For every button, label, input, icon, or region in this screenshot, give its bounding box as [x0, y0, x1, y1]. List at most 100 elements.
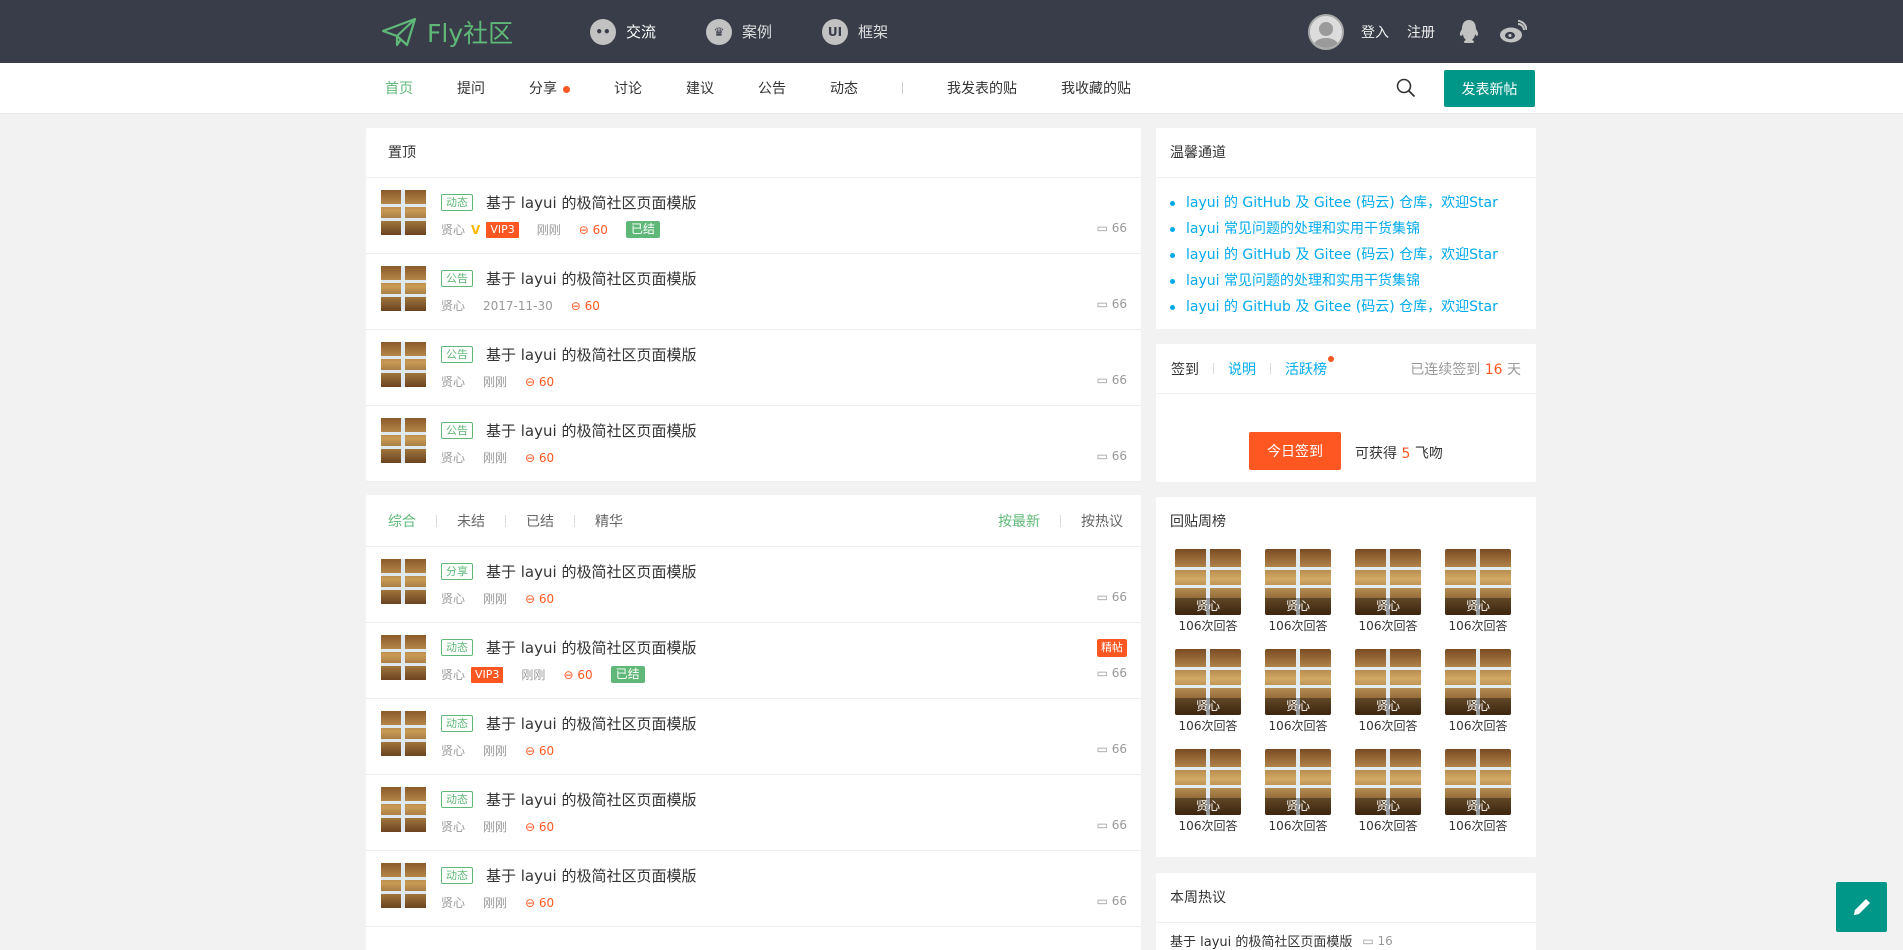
author-avatar[interactable] — [381, 787, 426, 832]
post-views: ⊖ 60 — [525, 896, 554, 910]
rank-user[interactable]: 贤心 106次回答 — [1355, 649, 1421, 733]
edit-fab[interactable] — [1836, 882, 1887, 932]
rank-avatar[interactable]: 贤心 — [1265, 549, 1331, 615]
rank-user[interactable]: 贤心 106次回答 — [1445, 549, 1511, 633]
filter-solved[interactable]: 已结 — [526, 511, 554, 531]
author-avatar[interactable] — [381, 342, 426, 387]
post-row[interactable]: 动态 基于 layui 的极简社区页面模版 贤心 VIP3 刚刚 ⊖ 60 已结 精帖 ▭ 66 — [366, 623, 1141, 699]
rank-user[interactable]: 贤心 106次回答 — [1265, 649, 1331, 733]
topnav-cases[interactable]: ♛ 案例 — [706, 18, 772, 45]
post-title[interactable]: 基于 layui 的极简社区页面模版 — [486, 865, 696, 886]
warm-link[interactable]: layui 常见问题的处理和实用干货集锦 — [1170, 216, 1536, 242]
login-link[interactable]: 登入 — [1361, 22, 1389, 42]
rank-user[interactable]: 贤心 106次回答 — [1265, 749, 1331, 833]
rank-avatar[interactable]: 贤心 — [1355, 649, 1421, 715]
sort-newest[interactable]: 按最新 — [998, 511, 1040, 531]
post-row[interactable]: 公告 基于 layui 的极简社区页面模版 贤心 2017-11-30 ⊖ 60 ▭ 66 — [366, 254, 1142, 330]
rank-user[interactable]: 贤心 106次回答 — [1175, 549, 1241, 633]
warm-link[interactable]: layui 常见问题的处理和实用干货集锦 — [1170, 268, 1536, 294]
rank-user[interactable]: 贤心 106次回答 — [1355, 749, 1421, 833]
subnav-my-favs[interactable]: 我收藏的贴 — [1061, 78, 1131, 98]
subnav-discuss[interactable]: 讨论 — [614, 78, 642, 98]
author-avatar[interactable] — [381, 418, 426, 463]
logo[interactable]: Fly社区 — [381, 14, 513, 50]
rank-avatar[interactable]: 贤心 — [1265, 649, 1331, 715]
post-title[interactable]: 基于 layui 的极简社区页面模版 — [486, 713, 696, 734]
hot-post[interactable]: 基于 layui 的极简社区页面模版 ▭ 16 — [1170, 931, 1393, 950]
post-author[interactable]: 贤心 — [441, 297, 465, 314]
warm-link[interactable]: layui 的 GitHub 及 Gitee (码云) 仓库，欢迎Star — [1170, 190, 1536, 216]
rank-avatar[interactable]: 贤心 — [1355, 749, 1421, 815]
register-link[interactable]: 注册 — [1407, 22, 1435, 42]
post-row[interactable]: 动态 基于 layui 的极简社区页面模版 贤心 刚刚 ⊖ 60 ▭ 66 — [366, 851, 1141, 927]
subnav-dynamic[interactable]: 动态 — [830, 78, 858, 98]
post-title[interactable]: 基于 layui 的极简社区页面模版 — [486, 789, 696, 810]
rank-avatar[interactable]: 贤心 — [1265, 749, 1331, 815]
rank-avatar[interactable]: 贤心 — [1175, 749, 1241, 815]
post-title[interactable]: 基于 layui 的极简社区页面模版 — [486, 637, 696, 658]
rank-user[interactable]: 贤心 106次回答 — [1175, 649, 1241, 733]
post-title[interactable]: 基于 layui 的极简社区页面模版 — [486, 420, 696, 441]
post-row[interactable]: 动态 基于 layui 的极简社区页面模版 贤心 刚刚 ⊖ 60 ▭ 66 — [366, 699, 1141, 775]
active-rank-label: 活跃榜 — [1285, 361, 1327, 378]
post-author[interactable]: 贤心 — [441, 221, 465, 238]
post-author[interactable]: 贤心 — [441, 373, 465, 390]
rank-user[interactable]: 贤心 106次回答 — [1175, 749, 1241, 833]
rank-avatar[interactable]: 贤心 — [1445, 549, 1511, 615]
rank-avatar[interactable]: 贤心 — [1175, 649, 1241, 715]
author-avatar[interactable] — [381, 635, 426, 680]
subnav-my-posts[interactable]: 我发表的贴 — [947, 78, 1017, 98]
post-title[interactable]: 基于 layui 的极简社区页面模版 — [486, 268, 696, 289]
post-title[interactable]: 基于 layui 的极简社区页面模版 — [486, 561, 696, 582]
author-avatar[interactable] — [381, 266, 426, 311]
views-count: 60 — [584, 298, 600, 313]
rank-avatar[interactable]: 贤心 — [1355, 549, 1421, 615]
author-avatar[interactable] — [381, 190, 426, 235]
default-avatar[interactable] — [1308, 13, 1344, 50]
warm-link[interactable]: layui 的 GitHub 及 Gitee (码云) 仓库，欢迎Star — [1170, 242, 1536, 268]
post-title[interactable]: 基于 layui 的极简社区页面模版 — [486, 192, 696, 213]
search-icon[interactable] — [1396, 78, 1416, 98]
sort-hot[interactable]: 按热议 — [1081, 511, 1123, 531]
topnav-chat[interactable]: •• 交流 — [590, 18, 656, 45]
post-row[interactable]: 公告 基于 layui 的极简社区页面模版 贤心 刚刚 ⊖ 60 ▭ 66 — [366, 330, 1142, 406]
post-author[interactable]: 贤心 — [441, 590, 465, 607]
rank-avatar[interactable]: 贤心 — [1175, 549, 1241, 615]
post-row[interactable]: 动态 基于 layui 的极简社区页面模版 贤心 V VIP3 刚刚 ⊖ 60 已结 ▭ 66 — [366, 178, 1142, 254]
post-row[interactable]: 动态 基于 layui 的极简社区页面模版 贤心 刚刚 ⊖ 60 ▭ 66 — [366, 775, 1141, 851]
qq-icon[interactable] — [1457, 19, 1481, 45]
post-row[interactable]: 分享 基于 layui 的极简社区页面模版 贤心 刚刚 ⊖ 60 ▭ 66 — [366, 547, 1141, 623]
sign-tab[interactable]: 签到 — [1171, 359, 1199, 379]
active-rank-link[interactable]: 活跃榜 — [1285, 355, 1334, 379]
sign-today-button[interactable]: 今日签到 — [1249, 432, 1341, 470]
filter-unsolved[interactable]: 未结 — [457, 511, 485, 531]
rank-user[interactable]: 贤心 106次回答 — [1265, 549, 1331, 633]
post-author[interactable]: 贤心 — [441, 742, 465, 759]
sign-help-link[interactable]: 说明 — [1228, 359, 1256, 379]
post-row[interactable]: 公告 基于 layui 的极简社区页面模版 贤心 刚刚 ⊖ 60 ▭ 66 — [366, 406, 1142, 482]
filter-essence[interactable]: 精华 — [595, 511, 623, 531]
weibo-icon[interactable] — [1499, 19, 1527, 44]
post-title[interactable]: 基于 layui 的极简社区页面模版 — [486, 344, 696, 365]
rank-user[interactable]: 贤心 106次回答 — [1445, 749, 1511, 833]
post-author[interactable]: 贤心 — [441, 449, 465, 466]
subnav-ask[interactable]: 提问 — [457, 78, 485, 98]
author-avatar[interactable] — [381, 863, 426, 908]
subnav-notice[interactable]: 公告 — [758, 78, 786, 98]
post-author[interactable]: 贤心 — [441, 894, 465, 911]
rank-avatar[interactable]: 贤心 — [1445, 649, 1511, 715]
post-author[interactable]: 贤心 — [441, 666, 465, 683]
rank-user[interactable]: 贤心 106次回答 — [1355, 549, 1421, 633]
rank-user[interactable]: 贤心 106次回答 — [1445, 649, 1511, 733]
subnav-home[interactable]: 首页 — [385, 78, 413, 98]
post-author[interactable]: 贤心 — [441, 818, 465, 835]
subnav-share[interactable]: 分享 — [529, 78, 570, 98]
warm-link[interactable]: layui 的 GitHub 及 Gitee (码云) 仓库，欢迎Star — [1170, 294, 1536, 320]
author-avatar[interactable] — [381, 711, 426, 756]
filter-all[interactable]: 综合 — [388, 511, 416, 531]
rank-avatar[interactable]: 贤心 — [1445, 749, 1511, 815]
subnav-suggest[interactable]: 建议 — [686, 78, 714, 98]
author-avatar[interactable] — [381, 559, 426, 604]
topnav-framework[interactable]: UI 框架 — [822, 18, 888, 45]
new-post-button[interactable]: 发表新帖 — [1444, 70, 1535, 107]
